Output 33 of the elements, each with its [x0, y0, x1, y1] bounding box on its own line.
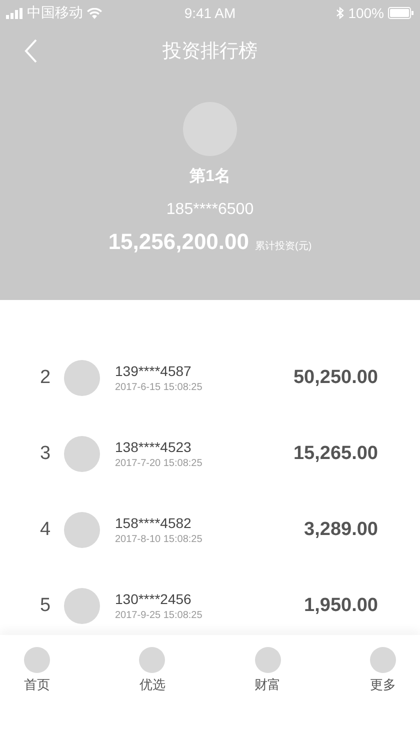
rank-number: 5 — [40, 595, 52, 617]
phone-number: 138****4523 — [115, 439, 192, 455]
investment-amount: 15,265.00 — [293, 443, 378, 465]
avatar — [64, 436, 100, 472]
signal-icon — [6, 8, 23, 18]
rank-number: 4 — [40, 519, 52, 541]
investment-amount: 50,250.00 — [293, 367, 378, 389]
avatar — [64, 588, 100, 624]
circle-icon — [24, 647, 50, 673]
circle-icon — [139, 647, 166, 673]
back-icon[interactable] — [24, 39, 38, 63]
wifi-icon — [87, 8, 102, 18]
phone-number: 139****4587 — [115, 363, 192, 379]
avatar — [64, 360, 100, 396]
timestamp: 2017-9-25 15:08:25 — [115, 610, 204, 621]
rank-number: 2 — [40, 367, 52, 389]
tab-item[interactable]: 首页 — [24, 647, 50, 707]
rank-number: 3 — [40, 443, 52, 465]
avatar — [64, 512, 100, 548]
battery-icon — [388, 7, 414, 19]
timestamp: 2017-7-20 15:08:25 — [115, 458, 204, 469]
tab-item[interactable]: 更多 — [370, 647, 396, 707]
circle-icon — [370, 647, 396, 673]
investment-amount: 1,950.00 — [304, 595, 378, 617]
timestamp: 2017-8-10 15:08:25 — [115, 534, 204, 545]
phone-number: 158****4582 — [115, 515, 192, 531]
tab-item[interactable]: 财富 — [254, 647, 281, 707]
timestamp: 2017-6-15 15:08:25 — [115, 382, 204, 393]
bluetooth-icon — [336, 7, 344, 19]
tab-item[interactable]: 优选 — [139, 647, 166, 707]
investment-amount: 3,289.00 — [304, 519, 378, 541]
circle-icon — [254, 647, 281, 673]
phone-number: 130****2456 — [115, 591, 192, 607]
